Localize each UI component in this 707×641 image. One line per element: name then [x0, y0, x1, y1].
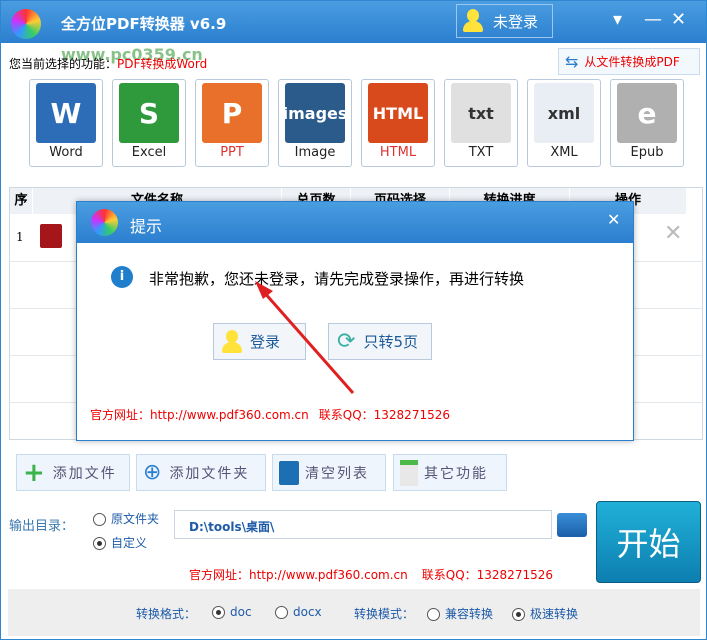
annotation-arrow: [255, 281, 355, 394]
app-window: 全方位PDF转换器 v6.9 未登录 ▾ — ✕ www.pc0359.cn 您…: [0, 0, 707, 640]
